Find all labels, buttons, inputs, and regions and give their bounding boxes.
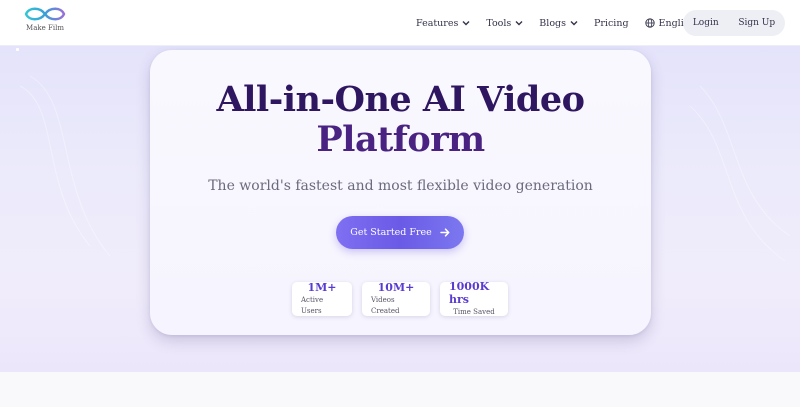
nav-item-features[interactable]: Features xyxy=(416,18,470,29)
brand-name: Make Film xyxy=(26,24,64,32)
nav-item-label: Features xyxy=(416,17,459,29)
hero-title-line1: All-in-One AI Video xyxy=(216,79,585,120)
stat-card-videos-created: 10M+ Videos Created xyxy=(362,281,430,316)
chevron-down-icon xyxy=(462,21,470,26)
stat-label: Time Saved xyxy=(453,308,495,316)
hero-title-line2: Platform xyxy=(316,119,485,160)
stat-value: 1000K hrs xyxy=(449,280,490,306)
stat-label: Active Users xyxy=(301,296,324,315)
stat-card-time-saved: 1000K hrs Time Saved xyxy=(440,280,508,316)
nav-item-tools[interactable]: Tools xyxy=(486,18,523,29)
nav-item-pricing[interactable]: Pricing xyxy=(594,18,629,29)
main-nav: Features Tools Blogs Pricing English xyxy=(416,0,729,46)
signup-button[interactable]: Sign Up xyxy=(738,18,775,28)
stats-row: 1M+ Active Users 10M+ Videos Created 100… xyxy=(292,280,508,316)
stat-card-active-users: 1M+ Active Users xyxy=(292,281,352,316)
hero-card: All-in-One AI Video Platform The world's… xyxy=(150,50,651,335)
arrow-right-icon xyxy=(440,228,450,237)
get-started-button[interactable]: Get Started Free xyxy=(336,216,464,249)
hero-subtitle: The world's fastest and most flexible vi… xyxy=(208,178,593,194)
auth-group: Login Sign Up xyxy=(683,10,785,36)
site-header: Make Film Features Tools Blogs Pricing E… xyxy=(0,0,800,46)
below-hero-section xyxy=(0,372,800,407)
globe-icon xyxy=(644,18,655,28)
chevron-down-icon xyxy=(570,21,578,26)
hero-section: All-in-One AI Video Platform The world's… xyxy=(0,46,800,372)
infinity-logo-icon xyxy=(24,7,66,21)
stat-value: 1M+ xyxy=(307,281,337,294)
chevron-down-icon xyxy=(515,21,523,26)
login-button[interactable]: Login xyxy=(693,18,719,28)
brand-logo[interactable]: Make Film xyxy=(20,6,70,40)
hero-title: All-in-One AI Video Platform xyxy=(150,80,651,160)
nav-item-label: Tools xyxy=(486,17,512,29)
nav-item-blogs[interactable]: Blogs xyxy=(539,18,578,29)
nav-item-label: Blogs xyxy=(539,17,566,29)
nav-item-label: Pricing xyxy=(594,17,629,29)
stat-value: 10M+ xyxy=(377,281,415,294)
decorative-dot xyxy=(16,48,19,51)
get-started-label: Get Started Free xyxy=(350,227,432,238)
stat-label: Videos Created xyxy=(371,296,400,315)
